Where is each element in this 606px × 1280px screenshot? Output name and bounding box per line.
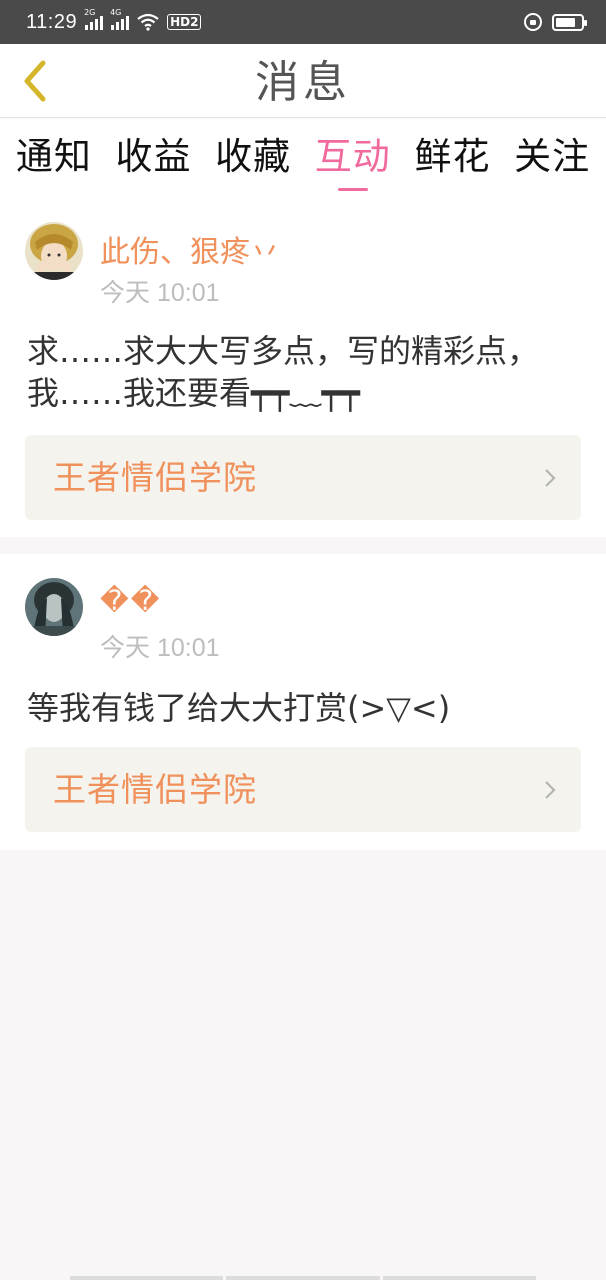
hd-icon: HD2 bbox=[167, 14, 202, 30]
comment-text: 求……求大大写多点，写的精彩点，我……我还要看┯┯﹏┯┯ bbox=[27, 332, 540, 412]
username[interactable]: �� bbox=[100, 584, 161, 617]
lock-icon bbox=[524, 13, 542, 31]
book-title: 王者情侣学院 bbox=[53, 458, 257, 497]
wifi-icon bbox=[137, 13, 159, 31]
message-card: 此伤、狠疼丷 今天 10:01 求……求大大写多点，写的精彩点，我……我还要看┯… bbox=[0, 199, 606, 537]
tab-earnings[interactable]: 收益 bbox=[115, 119, 191, 199]
tab-following[interactable]: 关注 bbox=[514, 119, 590, 199]
bottom-bar-edge bbox=[70, 1276, 536, 1280]
tab-flowers[interactable]: 鲜花 bbox=[414, 119, 490, 199]
avatar[interactable] bbox=[25, 578, 83, 636]
message-card: �� 今天 10:01 等我有钱了给大大打赏(>▽<) 王者情侣学院 bbox=[0, 554, 606, 850]
tab-bar: 通知 收益 收藏 互动 鲜花 关注 bbox=[0, 119, 606, 199]
page-title: 消息 bbox=[255, 57, 351, 108]
book-link[interactable]: 王者情侣学院 bbox=[25, 747, 581, 832]
header: 消息 bbox=[0, 44, 606, 118]
tab-notifications[interactable]: 通知 bbox=[16, 119, 92, 199]
battery-icon bbox=[552, 13, 587, 31]
signal-icon: 4G bbox=[110, 9, 130, 30]
status-bar: 11:29 2G 4G HD2 bbox=[0, 0, 606, 44]
chevron-right-icon bbox=[545, 781, 556, 799]
avatar[interactable] bbox=[25, 222, 83, 280]
message-time: 今天 10:01 bbox=[100, 279, 220, 307]
signal-icon: 2G bbox=[84, 9, 104, 30]
tab-favorites[interactable]: 收藏 bbox=[215, 119, 291, 199]
book-title: 王者情侣学院 bbox=[53, 770, 257, 809]
username[interactable]: 此伤、狠疼丷 bbox=[100, 227, 280, 271]
book-link[interactable]: 王者情侣学院 bbox=[25, 435, 581, 520]
status-time: 11:29 bbox=[26, 10, 78, 33]
message-time: 今天 10:01 bbox=[100, 634, 220, 662]
tab-interactions[interactable]: 互动 bbox=[315, 119, 391, 199]
comment-text: 等我有钱了给大大打赏(>▽<) bbox=[27, 689, 451, 727]
chevron-right-icon bbox=[545, 469, 556, 487]
